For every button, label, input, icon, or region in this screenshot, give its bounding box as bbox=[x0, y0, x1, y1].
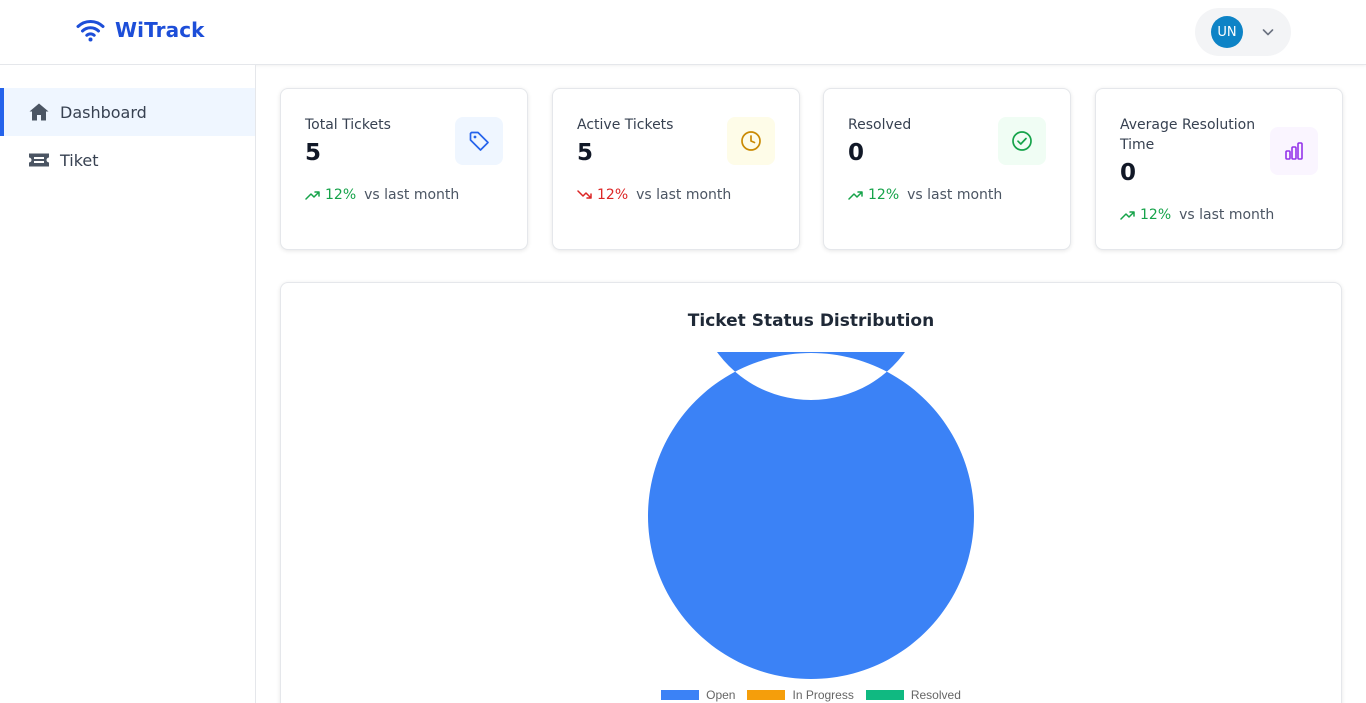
donut-chart[interactable] bbox=[647, 352, 975, 680]
bar-chart-icon bbox=[1285, 142, 1303, 160]
trend-note: vs last month bbox=[364, 187, 460, 203]
stat-label: Total Tickets bbox=[305, 117, 391, 133]
chart-title: Ticket Status Distribution bbox=[687, 311, 935, 331]
legend-label: Open bbox=[706, 688, 736, 702]
stat-trend: 12% vs last month bbox=[577, 187, 731, 203]
stat-trend: 12% vs last month bbox=[305, 187, 459, 203]
trend-note: vs last month bbox=[907, 187, 1003, 203]
stat-value: 5 bbox=[577, 140, 594, 166]
sidebar-item-dashboard[interactable]: Dashboard bbox=[0, 88, 255, 136]
stat-value: 0 bbox=[848, 140, 865, 166]
chart-panel: Ticket Status Distribution Open In Progre… bbox=[280, 282, 1342, 703]
trend-up-icon bbox=[1120, 211, 1135, 220]
stat-trend: 12% vs last month bbox=[848, 187, 1002, 203]
stat-value: 5 bbox=[305, 140, 322, 166]
stat-icon-badge bbox=[1270, 127, 1318, 175]
tag-icon bbox=[469, 131, 489, 151]
brand-logo[interactable]: WiTrack bbox=[76, 18, 205, 42]
trend-up-icon bbox=[848, 191, 863, 200]
trend-percent: 12% bbox=[597, 187, 629, 203]
legend-item-resolved[interactable]: Resolved bbox=[865, 688, 961, 702]
legend-label: Resolved bbox=[910, 688, 961, 702]
ticket-icon bbox=[29, 153, 49, 167]
trend-percent: 12% bbox=[868, 187, 900, 203]
avatar: UN bbox=[1211, 16, 1243, 48]
trend-percent: 12% bbox=[325, 187, 357, 203]
top-header: WiTrack UN bbox=[0, 0, 1366, 65]
stat-card-average-resolution-time: Average Resolution Time 0 12% vs last mo… bbox=[1095, 88, 1343, 250]
trend-up-icon bbox=[305, 191, 320, 200]
trend-note: vs last month bbox=[636, 187, 732, 203]
stat-icon-badge bbox=[455, 117, 503, 165]
legend-item-open[interactable]: Open bbox=[661, 688, 735, 702]
stat-icon-badge bbox=[727, 117, 775, 165]
legend-swatch bbox=[865, 690, 904, 700]
app-name: WiTrack bbox=[115, 18, 205, 42]
legend-item-in-progress[interactable]: In Progress bbox=[747, 688, 854, 702]
check-circle-icon bbox=[1012, 131, 1032, 151]
stat-trend: 12% vs last month bbox=[1120, 207, 1274, 223]
stat-card-active-tickets: Active Tickets 5 12% vs last month bbox=[552, 88, 800, 250]
legend-swatch bbox=[661, 690, 700, 700]
stat-label: Average Resolution Time bbox=[1120, 117, 1256, 153]
stat-label: Resolved bbox=[848, 117, 912, 133]
home-icon bbox=[29, 103, 49, 121]
stat-label: Active Tickets bbox=[577, 117, 674, 133]
legend-label: In Progress bbox=[792, 688, 854, 702]
chart-legend: Open In Progress Resolved bbox=[281, 688, 1341, 702]
trend-down-icon bbox=[577, 190, 592, 199]
trend-note: vs last month bbox=[1179, 207, 1275, 223]
legend-swatch bbox=[747, 690, 786, 700]
wifi-icon bbox=[76, 19, 105, 42]
sidebar-item-label: Dashboard bbox=[60, 102, 147, 122]
stat-icon-badge bbox=[998, 117, 1046, 165]
sidebar-item-label: Tiket bbox=[60, 150, 99, 170]
stat-card-resolved: Resolved 0 12% vs last month bbox=[823, 88, 1071, 250]
chevron-down-icon bbox=[1262, 29, 1274, 36]
stat-card-total-tickets: Total Tickets 5 12% vs last month bbox=[280, 88, 528, 250]
clock-icon bbox=[741, 131, 761, 151]
trend-percent: 12% bbox=[1140, 207, 1172, 223]
sidebar: Dashboard Tiket bbox=[0, 65, 256, 703]
user-menu-button[interactable]: UN bbox=[1195, 8, 1291, 56]
sidebar-item-tiket[interactable]: Tiket bbox=[0, 136, 255, 184]
stat-value: 0 bbox=[1120, 160, 1137, 186]
donut-slice-open[interactable] bbox=[648, 352, 974, 679]
